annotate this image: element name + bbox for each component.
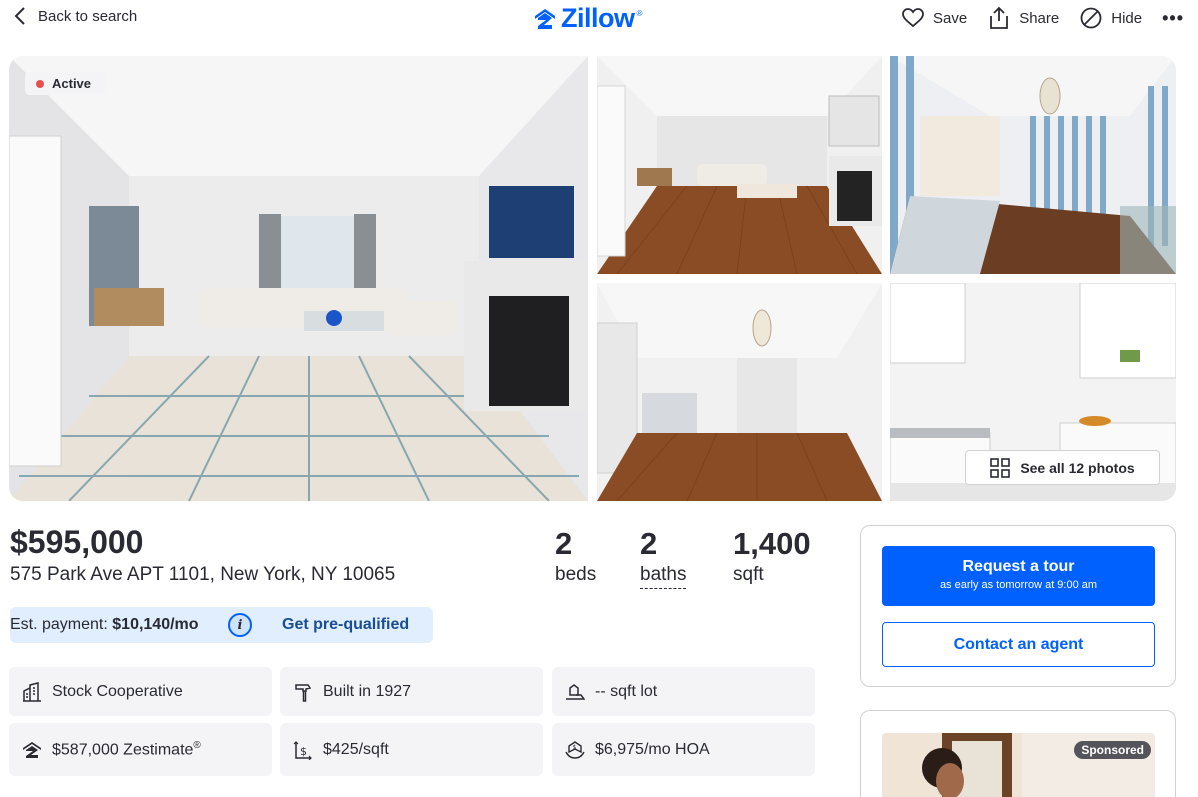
share-icon: [990, 6, 1009, 29]
zestimate-icon: [23, 741, 41, 758]
share-label: Share: [1019, 9, 1060, 27]
lot-icon: [566, 683, 585, 700]
baths-value: 2: [640, 526, 658, 561]
see-all-label: See all 12 photos: [1020, 459, 1135, 476]
photo-striped-dining-room[interactable]: [890, 56, 1176, 274]
save-label: Save: [933, 9, 968, 27]
contact-card: Request a tour as early as tomorrow at 9…: [860, 525, 1176, 687]
fact-lot-size: -- sqft lot: [552, 667, 815, 716]
fact-zestimate[interactable]: $587,000 Zestimate®: [9, 723, 272, 776]
heart-icon: [902, 8, 924, 28]
svg-text:$: $: [573, 744, 577, 751]
request-tour-label: Request a tour: [962, 558, 1075, 575]
payment-amount: $10,140/mo: [112, 616, 199, 633]
fact-home-type: Stock Cooperative: [9, 667, 272, 716]
block-icon: [1080, 7, 1102, 29]
building-icon: [23, 681, 41, 702]
sqft-value: 1,400: [733, 526, 811, 561]
hoa-icon: $: [565, 740, 585, 759]
listing-actions: Save Share Hide •••: [901, 6, 1184, 30]
photo-living-room-wood-floor[interactable]: [597, 56, 882, 274]
contact-agent-button[interactable]: Contact an agent: [882, 622, 1155, 667]
fact-text: $587,000 Zestimate®: [52, 740, 201, 759]
sqft-label: sqft: [733, 564, 764, 585]
svg-text:$: $: [300, 745, 307, 758]
fact-year-built: Built in 1927: [280, 667, 543, 716]
zestimate-value: $587,000 Zestimate: [52, 741, 194, 759]
listing-address: 575 Park Ave APT 1101, New York, NY 1006…: [10, 564, 396, 585]
active-dot-icon: [36, 79, 44, 88]
main-photo-living-room[interactable]: Active: [9, 56, 588, 501]
top-bar: Back to search Zillow ® Save Share Hide …: [0, 0, 1198, 36]
status-text: Active: [52, 76, 92, 91]
get-pre-qualified-link[interactable]: Get pre-qualified: [282, 616, 409, 634]
price-per-sqft-icon: $: [293, 740, 312, 760]
sponsored-badge: Sponsored: [1074, 741, 1151, 759]
logo-registered-mark: ®: [636, 9, 643, 18]
fact-price-per-sqft: $ $425/sqft: [280, 723, 543, 776]
info-icon[interactable]: i: [228, 613, 252, 637]
sqft-stat: 1,400 sqft: [733, 527, 823, 589]
fact-text: Stock Cooperative: [52, 682, 183, 700]
back-to-search-link[interactable]: Back to search: [12, 6, 137, 26]
estimated-payment-bar: Est. payment: $10,140/mo i Get pre-quali…: [10, 607, 433, 643]
share-button[interactable]: Share: [987, 6, 1059, 30]
sponsored-ad-card[interactable]: Sponsored: [860, 710, 1176, 797]
back-label: Back to search: [38, 7, 138, 25]
listing-price: $595,000: [10, 524, 144, 560]
payment-prefix: Est. payment:: [10, 616, 113, 633]
estimated-payment-text: Est. payment: $10,140/mo: [10, 616, 199, 634]
beds-label: beds: [555, 564, 597, 585]
fact-text: -- sqft lot: [595, 682, 658, 700]
fact-text: Built in 1927: [323, 682, 412, 700]
request-tour-button[interactable]: Request a tour as early as tomorrow at 9…: [882, 546, 1155, 606]
fact-text: $6,975/mo HOA: [595, 740, 710, 758]
fact-text: $425/sqft: [323, 740, 389, 758]
logo-text: Zillow: [561, 3, 635, 33]
baths-stat[interactable]: 2 baths: [640, 527, 733, 589]
see-all-photos-button[interactable]: See all 12 photos: [965, 450, 1160, 485]
save-button[interactable]: Save: [901, 6, 967, 30]
zillow-logo[interactable]: Zillow ®: [533, 3, 642, 34]
request-tour-subtext: as early as tomorrow at 9:00 am: [939, 579, 1098, 591]
beds-value: 2: [555, 526, 573, 561]
grid-icon: [990, 457, 1011, 478]
chevron-left-icon: [14, 7, 25, 25]
zillow-house-icon: [535, 8, 555, 29]
home-stats: 2 beds 2 baths 1,400 sqft: [555, 527, 823, 589]
fact-hoa: $ $6,975/mo HOA: [552, 723, 815, 776]
zestimate-registered-mark: ®: [193, 739, 201, 751]
hide-button[interactable]: Hide: [1079, 6, 1142, 30]
hide-label: Hide: [1111, 9, 1143, 27]
baths-label[interactable]: baths: [640, 564, 687, 589]
more-options-icon[interactable]: •••: [1162, 8, 1184, 29]
photo-hallway[interactable]: [597, 283, 882, 501]
beds-stat: 2 beds: [555, 527, 640, 589]
status-badge: Active: [25, 72, 106, 95]
hammer-icon: [295, 683, 312, 702]
photo-gallery: Active See all 12 photos: [9, 56, 1176, 501]
